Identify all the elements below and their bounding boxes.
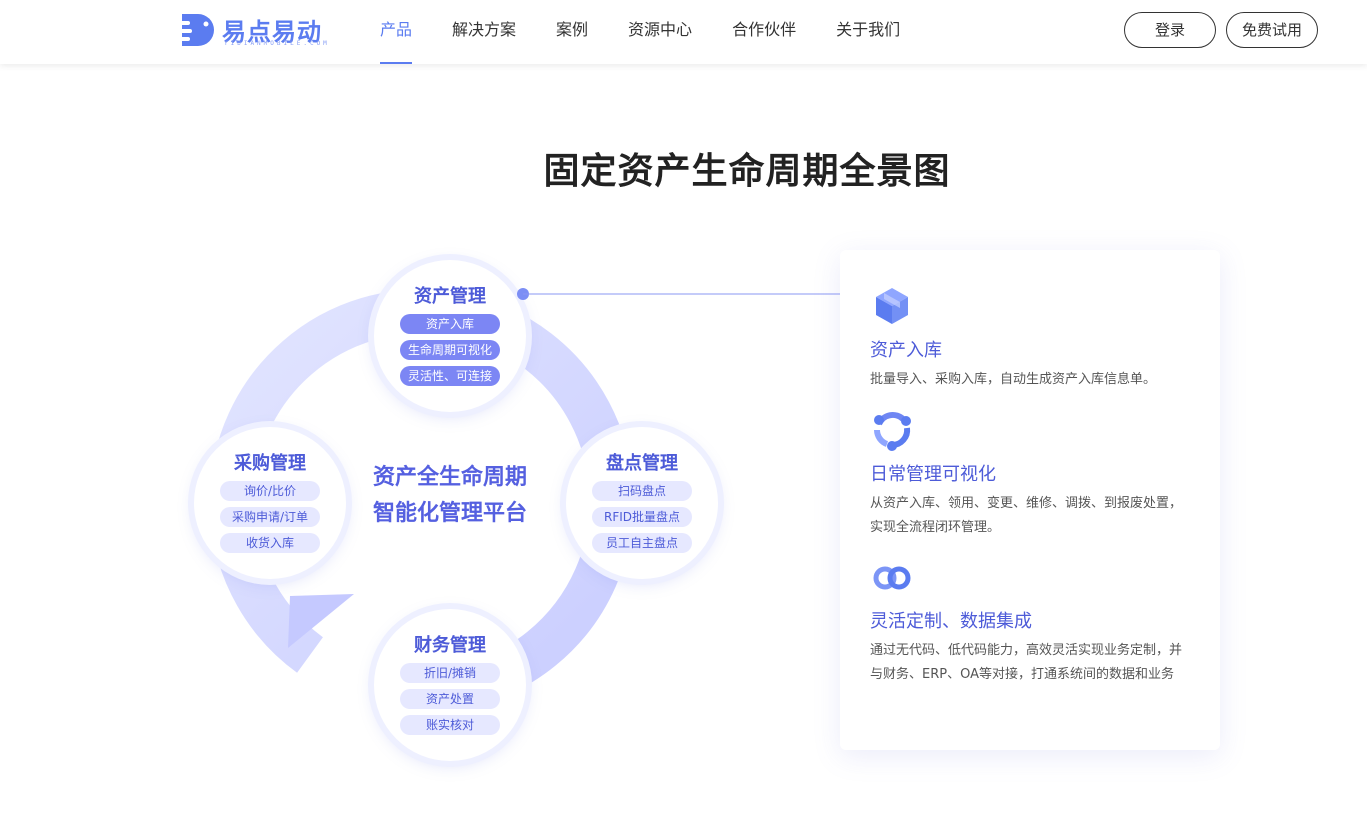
lifecycle-diagram: 资产管理 资产入库 生命周期可视化 灵活性、可连接 盘点管理 扫码盘点 RFID… <box>190 250 730 761</box>
platform-caption-line2: 智能化管理平台 <box>372 501 527 526</box>
feature-desc: 从资产入库、领用、变更、维修、调拨、到报废处置，实现全流程闭环管理。 <box>870 496 1183 535</box>
nav-item-about[interactable]: 关于我们 <box>836 0 900 64</box>
pill-self-inventory: 员工自主盘点 <box>592 533 692 553</box>
page-title: 固定资产生命周期全景图 <box>543 151 951 192</box>
pill-rfid-inventory: RFID批量盘点 <box>592 507 692 527</box>
logo-subtext: YIDIANMOBILE.COM <box>224 40 330 47</box>
node-finance-management: 财务管理 折旧/摊销 资产处置 账实核对 <box>374 609 526 761</box>
feature-title: 日常管理可视化 <box>870 464 996 485</box>
pill-scan-inventory: 扫码盘点 <box>592 481 692 501</box>
node-asset-management: 资产管理 资产入库 生命周期可视化 灵活性、可连接 <box>374 260 526 412</box>
feature-asset-intake: 资产入库 批量导入、采购入库，自动生成资产入库信息单。 <box>870 284 1190 392</box>
feature-title: 资产入库 <box>870 340 942 361</box>
nav-item-resources[interactable]: 资源中心 <box>628 0 692 64</box>
pill-reconcile: 账实核对 <box>400 715 500 735</box>
pill-inquiry: 询价/比价 <box>220 481 320 501</box>
pill-flexible-connect: 灵活性、可连接 <box>400 366 500 386</box>
feature-desc: 通过无代码、低代码能力，高效灵活实现业务定制，并与财务、ERP、OA等对接，打通… <box>870 643 1183 682</box>
nav-item-products[interactable]: 产品 <box>380 0 413 64</box>
free-trial-button[interactable]: 免费试用 <box>1226 12 1318 48</box>
pill-asset-intake: 资产入库 <box>400 314 500 334</box>
node-title: 资产管理 <box>414 286 486 307</box>
pill-depreciation: 折旧/摊销 <box>400 663 500 683</box>
feature-desc: 批量导入、采购入库，自动生成资产入库信息单。 <box>870 372 1157 387</box>
node-title: 采购管理 <box>234 453 306 474</box>
feature-custom-integration: 灵活定制、数据集成 通过无代码、低代码能力，高效灵活实现业务定制，并与财务、ER… <box>870 555 1190 687</box>
pill-receive: 收货入库 <box>220 533 320 553</box>
pill-disposal: 资产处置 <box>400 689 500 709</box>
node-title: 盘点管理 <box>606 453 678 474</box>
main-nav: 产品 解决方案 案例 资源中心 合作伙伴 关于我们 <box>380 0 940 64</box>
connector-line <box>517 288 840 300</box>
node-purchase-management: 采购管理 询价/比价 采购申请/订单 收货入库 <box>194 427 346 579</box>
top-navbar: 易点易动 YIDIANMOBILE.COM 产品 解决方案 案例 资源中心 合作… <box>0 0 1367 64</box>
platform-caption: 资产全生命周期 智能化管理平台 <box>350 460 550 532</box>
nav-item-partners[interactable]: 合作伙伴 <box>732 0 796 64</box>
pill-lifecycle-visual: 生命周期可视化 <box>400 340 500 360</box>
cycle-icon <box>874 412 911 451</box>
node-inventory-management: 盘点管理 扫码盘点 RFID批量盘点 员工自主盘点 <box>566 427 718 579</box>
feature-card: 资产入库 批量导入、采购入库，自动生成资产入库信息单。 日常管理可视化 从资产入… <box>840 250 1220 750</box>
nav-item-solutions[interactable]: 解决方案 <box>452 0 516 64</box>
pill-purchase-order: 采购申请/订单 <box>220 507 320 527</box>
feature-daily-visual: 日常管理可视化 从资产入库、领用、变更、维修、调拨、到报废处置，实现全流程闭环管… <box>870 408 1190 540</box>
cube-icon <box>876 288 908 324</box>
node-title: 财务管理 <box>414 635 486 656</box>
infinity-icon <box>873 566 911 590</box>
feature-title: 灵活定制、数据集成 <box>870 611 1032 632</box>
logo-mark-icon <box>176 14 214 46</box>
login-button[interactable]: 登录 <box>1124 12 1216 48</box>
brand-logo[interactable]: 易点易动 YIDIANMOBILE.COM <box>176 12 328 50</box>
platform-caption-line1: 资产全生命周期 <box>372 465 527 490</box>
nav-item-cases[interactable]: 案例 <box>556 0 588 64</box>
